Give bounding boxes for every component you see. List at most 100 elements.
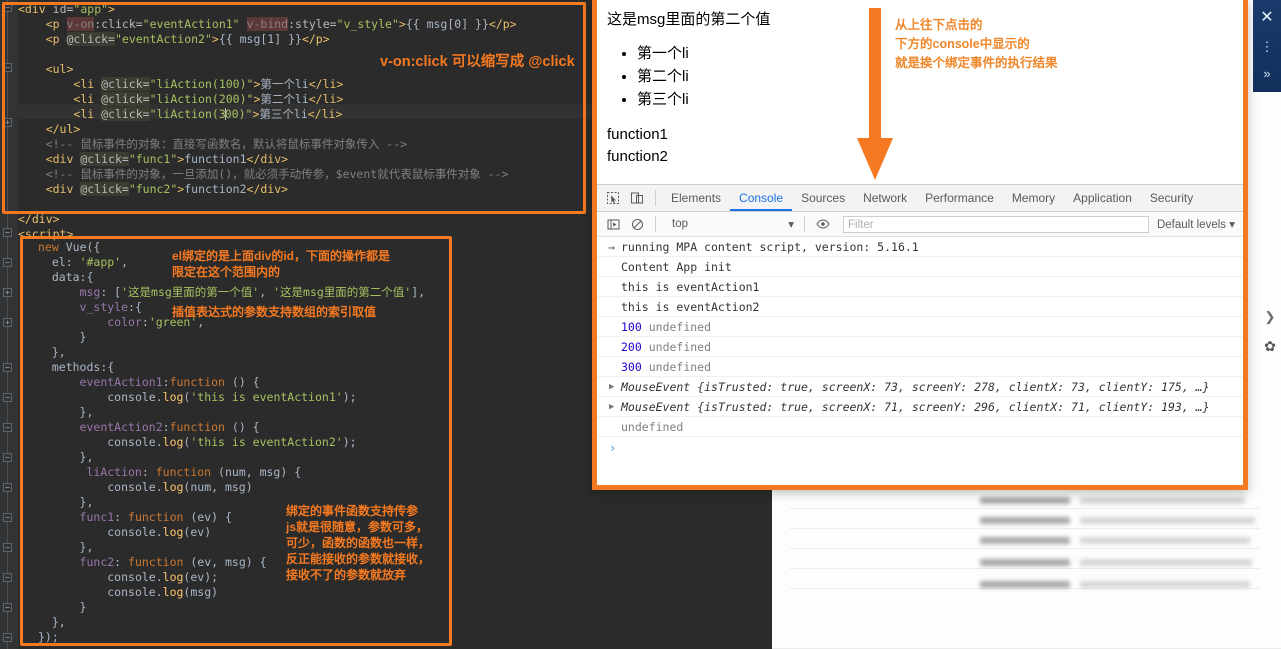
toolbar-divider <box>655 190 656 206</box>
console-filter-input[interactable]: Filter <box>843 215 1149 233</box>
bg-blurred-text <box>1080 581 1250 588</box>
console-line[interactable]: Content App init <box>597 257 1243 277</box>
code-line: <!-- 鼠标事件的对象，一旦添加()，就必须手动传参，$event就代表鼠标事… <box>45 167 509 181</box>
console-object-name: MouseEvent <box>621 380 691 394</box>
extension-sidebar[interactable]: ✕ ⋮ » <box>1253 0 1281 92</box>
tab-network[interactable]: Network <box>854 185 916 211</box>
console-line[interactable]: → running MPA content script, version: 5.… <box>597 237 1243 257</box>
editor-gutter[interactable]: − − + − − + + − − − − − − − − − − <box>0 0 18 649</box>
list-item[interactable]: 第三个li <box>637 88 689 111</box>
code-line: } <box>79 330 87 344</box>
code-line: <li @click="liAction(100)">第一个li</li> <box>73 77 344 91</box>
chevron-right-icon[interactable]: ❯ <box>1262 308 1278 326</box>
bg-blurred-text <box>1080 537 1250 544</box>
devtools-tabbar[interactable]: Elements Console Sources Network Perform… <box>597 185 1243 212</box>
console-toolbar[interactable]: top ▾ Filter Default levels ▾ <box>597 212 1243 237</box>
expand-triangle-icon[interactable]: ▶ <box>609 397 614 417</box>
fold-marker[interactable]: − <box>3 633 12 642</box>
code-line: }, <box>79 405 94 419</box>
page-div-function1[interactable]: function1 <box>607 126 668 143</box>
device-toolbar-icon[interactable] <box>625 186 649 210</box>
fold-marker[interactable]: − <box>3 363 12 372</box>
js-source-code[interactable]: new Vue({ el: '#app', data:{ msg: ['这是ms… <box>38 240 425 645</box>
code-line: <p @click="eventAction2">{{ msg[1] }}</p… <box>45 32 330 46</box>
fold-marker[interactable]: − <box>3 63 12 72</box>
expand-right-icon[interactable]: » <box>1253 60 1281 86</box>
tab-memory[interactable]: Memory <box>1003 185 1064 211</box>
execution-context-select[interactable]: top ▾ <box>668 215 798 233</box>
gear-icon[interactable]: ✿ <box>1260 336 1280 356</box>
fold-marker[interactable]: + <box>3 288 12 297</box>
console-prompt[interactable]: › <box>597 437 1243 459</box>
code-line: <li @click="liAction(200)">第二个li</li> <box>73 92 344 106</box>
fold-marker[interactable]: − <box>3 423 12 432</box>
code-line: <div id="app"> <box>18 2 115 16</box>
bg-divider <box>790 548 1260 549</box>
tab-console[interactable]: Console <box>730 185 792 211</box>
clear-console-icon[interactable] <box>625 212 649 236</box>
fold-marker[interactable]: − <box>3 3 12 12</box>
execute-sidebar-icon[interactable] <box>601 212 625 236</box>
close-icon[interactable]: ✕ <box>1253 0 1281 34</box>
console-line[interactable]: undefined <box>597 417 1243 437</box>
console-line[interactable]: this is eventAction1 <box>597 277 1243 297</box>
tab-sources[interactable]: Sources <box>792 185 854 211</box>
code-line: msg: ['这是msg里面的第一个值', '这是msg里面的第二个值'], <box>79 285 426 299</box>
page-div-function2[interactable]: function2 <box>607 148 668 165</box>
page-heading: 这是msg里面的第二个值 <box>607 11 771 28</box>
list-item[interactable]: 第二个li <box>637 65 689 88</box>
code-line: </ul> <box>45 122 81 136</box>
bg-divider <box>790 528 1260 529</box>
list-item[interactable]: 第一个li <box>637 42 689 65</box>
console-object-name: MouseEvent <box>621 400 691 414</box>
fold-marker[interactable]: − <box>3 393 12 402</box>
toolbar-divider <box>655 216 656 232</box>
page-list[interactable]: 第一个li 第二个li 第三个li <box>637 42 689 111</box>
html-source-code[interactable]: <div id="app"> <p v-on:click="eventActio… <box>18 2 517 242</box>
levels-label: Default levels <box>1156 219 1227 231</box>
fold-marker[interactable]: − <box>3 543 12 552</box>
code-line: <p v-on:click="eventAction1" v-bind:styl… <box>45 17 517 31</box>
bg-divider <box>790 508 1260 509</box>
console-line[interactable]: 100 undefined <box>597 317 1243 337</box>
inspect-element-icon[interactable] <box>601 186 625 210</box>
code-line: }, <box>79 450 94 464</box>
bg-blurred-text <box>980 581 1070 588</box>
annotation-console-explanation: 从上往下点击的 下方的console中显示的 就是挨个绑定事件的执行结果 <box>895 18 1058 70</box>
live-expression-icon[interactable] <box>811 212 835 236</box>
fold-marker[interactable]: − <box>3 483 12 492</box>
rendered-page-preview[interactable]: 这是msg里面的第二个值 第一个li 第二个li 第三个li function1… <box>597 0 1243 184</box>
fold-marker[interactable]: − <box>3 258 12 267</box>
tab-application[interactable]: Application <box>1064 185 1141 211</box>
tab-performance[interactable]: Performance <box>916 185 1003 211</box>
code-line: } <box>79 600 87 614</box>
tab-security[interactable]: Security <box>1141 185 1202 211</box>
fold-marker[interactable]: − <box>3 573 12 582</box>
console-text: this is eventAction1 <box>621 280 760 294</box>
browser-devtools-window[interactable]: 这是msg里面的第二个值 第一个li 第二个li 第三个li function1… <box>592 0 1248 490</box>
fold-marker[interactable]: − <box>3 453 12 462</box>
code-line: <li @click="liAction(300)">第三个li</li> <box>73 107 343 121</box>
annotation-el-binding: el绑定的是上面div的id，下面的操作都是 限定在这个范围内的 <box>172 249 391 279</box>
console-line[interactable]: 200 undefined <box>597 337 1243 357</box>
console-line[interactable]: this is eventAction2 <box>597 297 1243 317</box>
code-line: eventAction2:function () { <box>79 420 260 434</box>
fold-marker[interactable]: + <box>3 318 12 327</box>
console-line[interactable]: ▶ MouseEvent {isTrusted: true, screenX: 7… <box>597 377 1243 397</box>
fold-marker[interactable]: − <box>3 228 12 237</box>
devtools-panel[interactable]: Elements Console Sources Network Perform… <box>597 184 1243 485</box>
expand-triangle-icon[interactable]: ▶ <box>609 377 614 397</box>
console-line[interactable]: 300 undefined <box>597 357 1243 377</box>
code-line: console.log(num, msg) <box>107 480 253 494</box>
fold-marker[interactable]: − <box>3 603 12 612</box>
fold-marker[interactable]: − <box>3 513 12 522</box>
log-levels-dropdown[interactable]: Default levels ▾ <box>1157 217 1235 231</box>
console-line[interactable]: ▶ MouseEvent {isTrusted: true, screenX: 7… <box>597 397 1243 417</box>
fold-marker[interactable]: + <box>3 118 12 127</box>
tab-elements[interactable]: Elements <box>662 185 730 211</box>
console-output[interactable]: → running MPA content script, version: 5.… <box>597 237 1243 485</box>
code-line: <!-- 鼠标事件的对象：直接写函数名，默认将鼠标事件对象传入 --> <box>45 137 408 151</box>
more-options-icon[interactable]: ⋮ <box>1253 34 1281 60</box>
chevron-down-icon: ▾ <box>788 219 794 231</box>
console-text: running MPA content script, version: 5.1… <box>621 240 919 254</box>
